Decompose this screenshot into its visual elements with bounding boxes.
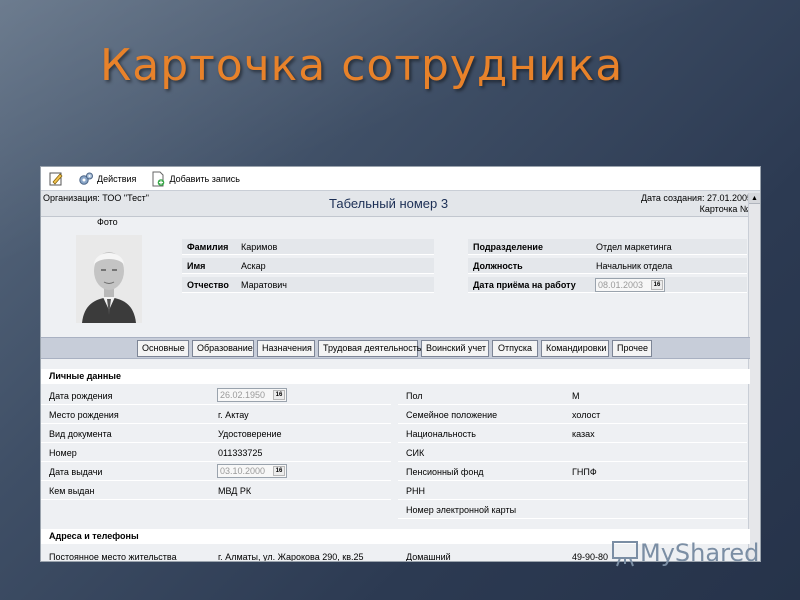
patronymic-label: Отчество bbox=[187, 280, 229, 290]
hire-date-value: 08.01.2003 bbox=[598, 280, 644, 290]
patronymic-value: Маратович bbox=[241, 280, 287, 290]
calendar-icon[interactable]: 16 bbox=[651, 280, 663, 290]
tabs-bar: Основные Образование Назначения Трудовая… bbox=[41, 337, 750, 359]
document-type-row: Вид документа Удостоверение bbox=[41, 424, 391, 443]
rnn-label: РНН bbox=[406, 486, 426, 496]
gears-icon bbox=[79, 172, 93, 185]
marital-status-row: Семейное положение холост bbox=[398, 405, 747, 424]
home-phone-value: 49-90-80 bbox=[572, 552, 609, 562]
slide-title: Карточка сотрудника bbox=[100, 40, 624, 91]
logo-text: MyShared bbox=[640, 539, 760, 567]
birth-date-row: Дата рождения 26.02.1950 16 bbox=[41, 386, 391, 405]
issue-date-label: Дата выдачи bbox=[49, 467, 103, 477]
tab-military[interactable]: Воинский учет bbox=[421, 340, 489, 357]
birth-place-label: Место рождения bbox=[49, 410, 119, 420]
add-record-button[interactable]: Добавить запись bbox=[147, 169, 243, 189]
marital-status-label: Семейное положение bbox=[406, 410, 498, 420]
add-record-label: Добавить запись bbox=[169, 173, 240, 184]
surname-value: Каримов bbox=[241, 242, 278, 252]
surname-label: Фамилия bbox=[187, 242, 229, 252]
marital-status-value: холост bbox=[572, 410, 601, 420]
card-number: Карточка №: bbox=[699, 204, 752, 214]
position-label: Должность bbox=[473, 261, 523, 271]
name-row: Имя Аскар bbox=[182, 258, 434, 274]
patronymic-row: Отчество Маратович bbox=[182, 277, 434, 293]
tab-vacations[interactable]: Отпуска bbox=[492, 340, 538, 357]
edit-icon bbox=[49, 172, 63, 185]
hire-date-field[interactable]: 08.01.2003 16 bbox=[595, 278, 665, 292]
electronic-card-label: Номер электронной карты bbox=[406, 505, 517, 515]
permanent-address-row: Постоянное место жительства г. Алматы, у… bbox=[41, 547, 391, 562]
document-number-value: 011333725 bbox=[218, 448, 263, 458]
issue-date-field[interactable]: 03.10.2000 16 bbox=[217, 464, 287, 478]
document-number-row: Номер 011333725 bbox=[41, 443, 391, 462]
employee-card-window: Действия Добавить запись Организация: ТО… bbox=[40, 166, 761, 562]
issued-by-label: Кем выдан bbox=[49, 486, 95, 496]
tab-main[interactable]: Основные bbox=[137, 340, 189, 357]
issued-by-value: МВД РК bbox=[218, 486, 252, 496]
toolbar: Действия Добавить запись bbox=[41, 167, 760, 191]
sik-label: СИК bbox=[406, 448, 425, 458]
issued-by-row: Кем выдан МВД РК bbox=[41, 481, 391, 500]
scroll-up-icon[interactable]: ▲ bbox=[749, 193, 760, 204]
permanent-address-label: Постоянное место жительства bbox=[49, 552, 177, 562]
issue-date-value: 03.10.2000 bbox=[220, 466, 266, 476]
birth-place-row: Место рождения г. Актау bbox=[41, 405, 391, 424]
home-phone-label: Домашний bbox=[406, 552, 451, 562]
position-value: Начальник отдела bbox=[596, 261, 673, 271]
birth-date-value: 26.02.1950 bbox=[220, 390, 266, 400]
birth-date-field[interactable]: 26.02.1950 16 bbox=[217, 388, 287, 402]
card-number-row: Номер электронной карты bbox=[398, 500, 747, 519]
tab-business-trips[interactable]: Командировки bbox=[541, 340, 609, 357]
document-number-label: Номер bbox=[49, 448, 77, 458]
surname-row: Фамилия Каримов bbox=[182, 239, 434, 255]
edit-button[interactable] bbox=[45, 169, 67, 189]
card-header: Организация: ТОО "Тест" Табельный номер … bbox=[41, 191, 760, 217]
permanent-address-value: г. Алматы, ул. Жарокова 290, кв.25 bbox=[218, 552, 364, 562]
department-value: Отдел маркетинга bbox=[596, 242, 672, 252]
position-row: Должность Начальник отдела bbox=[468, 258, 747, 274]
calendar-icon[interactable]: 16 bbox=[273, 466, 285, 476]
birth-place-value: г. Актау bbox=[218, 410, 249, 420]
hire-date-row: Дата приёма на работу 08.01.2003 16 bbox=[468, 277, 747, 293]
birth-date-label: Дата рождения bbox=[49, 391, 113, 401]
pension-fund-value: ГНПФ bbox=[572, 467, 597, 477]
tab-employment[interactable]: Трудовая деятельность bbox=[318, 340, 422, 357]
document-type-label: Вид документа bbox=[49, 429, 112, 439]
gender-row: Пол М bbox=[398, 386, 747, 405]
personal-data-heading: Личные данные bbox=[41, 369, 750, 384]
department-label: Подразделение bbox=[473, 242, 543, 252]
nationality-value: казах bbox=[572, 429, 595, 439]
employee-photo bbox=[76, 235, 142, 323]
issue-date-row: Дата выдачи 03.10.2000 16 bbox=[41, 462, 391, 481]
rnn-row: РНН bbox=[398, 481, 747, 500]
photo-label: Фото bbox=[97, 217, 118, 227]
sik-row: СИК bbox=[398, 443, 747, 462]
tab-other[interactable]: Прочее bbox=[612, 340, 652, 357]
document-type-value: Удостоверение bbox=[218, 429, 282, 439]
tab-number: Табельный номер 3 bbox=[329, 196, 449, 211]
add-document-icon bbox=[152, 171, 165, 186]
pension-fund-label: Пенсионный фонд bbox=[406, 467, 484, 477]
tab-education[interactable]: Образование bbox=[192, 340, 254, 357]
organization-text: Организация: ТОО "Тест" bbox=[43, 193, 149, 203]
actions-button[interactable]: Действия bbox=[75, 169, 139, 189]
nationality-row: Национальность казах bbox=[398, 424, 747, 443]
pension-fund-row: Пенсионный фонд ГНПФ bbox=[398, 462, 747, 481]
calendar-icon[interactable]: 16 bbox=[273, 390, 285, 400]
presentation-board-icon bbox=[612, 541, 638, 567]
gender-value: М bbox=[572, 391, 580, 401]
hire-date-label: Дата приёма на работу bbox=[473, 280, 576, 290]
name-value: Аскар bbox=[241, 261, 266, 271]
gender-label: Пол bbox=[406, 391, 423, 401]
actions-label: Действия bbox=[97, 173, 137, 184]
watermark-logo: MyShared bbox=[610, 538, 759, 568]
tab-assignments[interactable]: Назначения bbox=[257, 340, 315, 357]
name-label: Имя bbox=[187, 261, 206, 271]
created-date: Дата создания: 27.01.2005 bbox=[640, 193, 752, 203]
department-row: Подразделение Отдел маркетинга bbox=[468, 239, 747, 255]
nationality-label: Национальность bbox=[406, 429, 476, 439]
